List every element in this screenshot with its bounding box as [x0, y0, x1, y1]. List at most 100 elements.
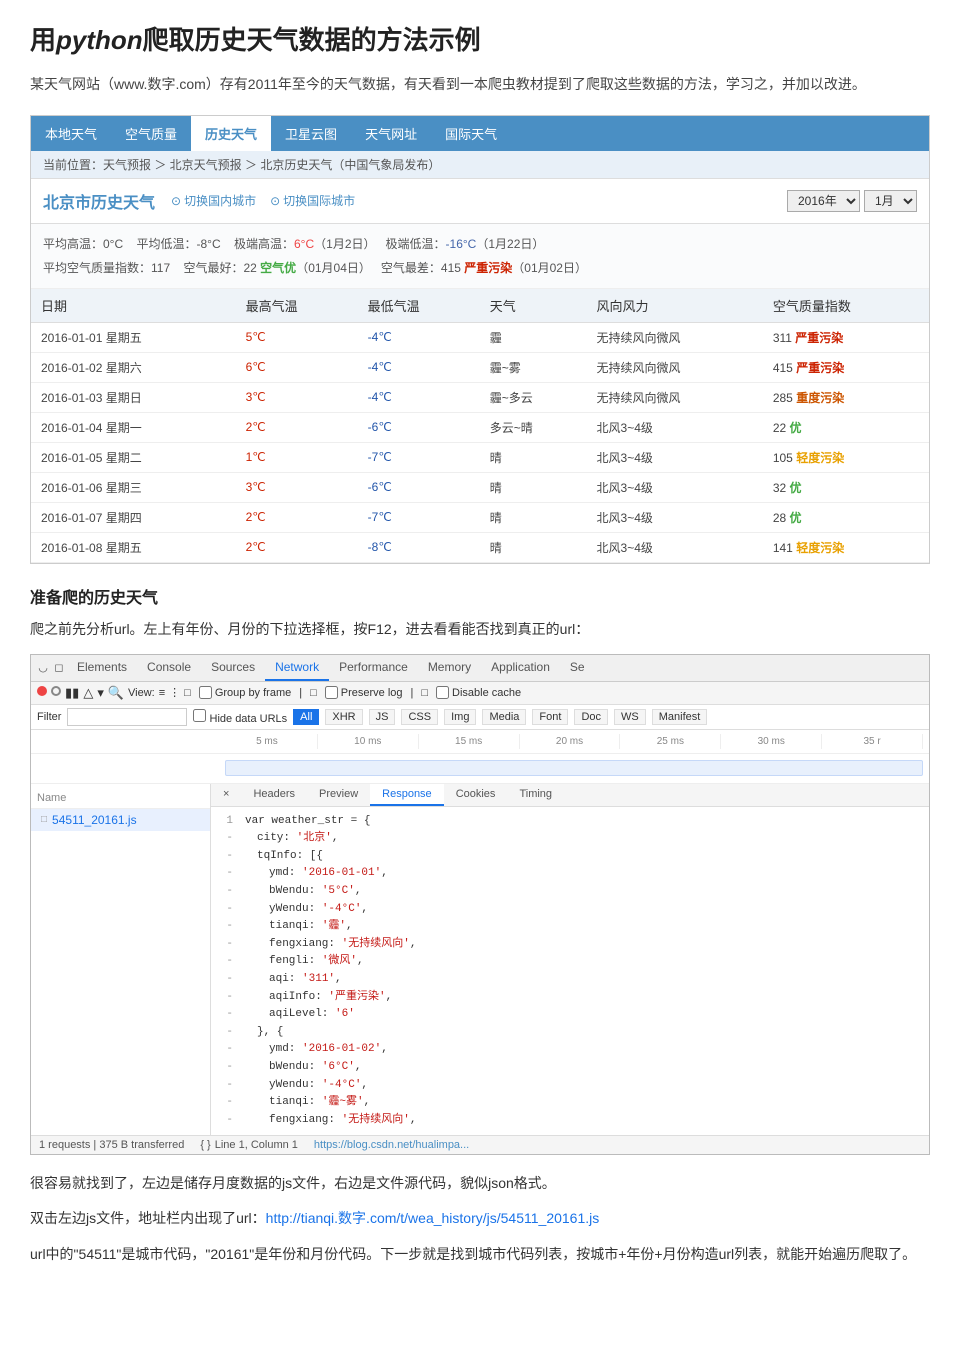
- disable-cache-label[interactable]: Disable cache: [436, 686, 521, 699]
- nav-item-history[interactable]: 历史天气: [191, 116, 271, 151]
- filter-js[interactable]: JS: [369, 709, 396, 725]
- nav-item-aqi[interactable]: 空气质量: [111, 116, 191, 151]
- line-content: yWendu: '-4°C',: [245, 1077, 368, 1095]
- code-line: -bWendu: '5°C',: [219, 883, 921, 901]
- year-select[interactable]: 2016年: [787, 190, 860, 212]
- disable-cache-checkbox[interactable]: [436, 686, 449, 699]
- col-name: Name: [37, 792, 66, 804]
- nav-item-satellite[interactable]: 卫星云图: [271, 116, 351, 151]
- cell-date: 2016-01-03 星期日: [31, 382, 236, 412]
- bottom-para3: url中的"54511"是城市代码，"20161"是年份和月份代码。下一步就是找…: [30, 1242, 930, 1267]
- status-requests: 1 requests | 375 B transferred: [39, 1139, 184, 1151]
- table-row: 2016-01-01 星期五5℃-4℃霾无持续风向微风311 严重污染: [31, 322, 929, 352]
- devtools-screenshot: ◡ ◻ Elements Console Sources Network Per…: [30, 654, 930, 1156]
- group-by-frame-label[interactable]: Group by frame: [199, 686, 291, 699]
- tab-memory[interactable]: Memory: [418, 655, 481, 681]
- line-content: aqiInfo: '严重污染',: [245, 989, 392, 1007]
- table-row: 2016-01-03 星期日3℃-4℃霾~多云无持续风向微风285 重度污染: [31, 382, 929, 412]
- detail-headers[interactable]: Headers: [241, 784, 307, 806]
- filter-manifest[interactable]: Manifest: [652, 709, 708, 725]
- month-select[interactable]: 1月: [864, 190, 917, 212]
- hide-data-urls-checkbox[interactable]: [193, 709, 206, 722]
- cell-wind: 北风3~4级: [587, 502, 763, 532]
- code-line: -fengxiang: '无持续风向',: [219, 936, 921, 954]
- preserve-log-checkbox[interactable]: [325, 686, 338, 699]
- bottom-para1: 很容易就找到了，左边是储存月度数据的js文件，右边是文件源代码，貌似json格式…: [30, 1171, 930, 1196]
- stop-icon[interactable]: ▮▮: [65, 685, 79, 701]
- devtools-device-icon[interactable]: ◻: [51, 660, 67, 676]
- code-line: -tqInfo: [{: [219, 848, 921, 866]
- line-content: ymd: '2016-01-01',: [245, 865, 388, 883]
- tab-security[interactable]: Se: [560, 655, 595, 681]
- clear-icon[interactable]: △: [83, 685, 93, 701]
- tab-network[interactable]: Network: [265, 655, 329, 681]
- filter-img[interactable]: Img: [444, 709, 476, 725]
- devtools-filter-row: Filter Hide data URLs All XHR JS CSS Img…: [31, 705, 929, 730]
- file-item-js[interactable]: □ 54511_20161.js: [31, 809, 210, 831]
- line-number: -: [219, 1112, 233, 1130]
- checkbox-area: □ Group by frame | □ Preserve log | □ Di…: [184, 686, 521, 699]
- stat-avg-high: 平均高温：0°C: [43, 237, 133, 251]
- url-link[interactable]: http://tianqi.数字.com/t/wea_history/js/54…: [266, 1210, 600, 1226]
- detail-preview[interactable]: Preview: [307, 784, 370, 806]
- status-url[interactable]: https://blog.csdn.net/hualimpa...: [314, 1139, 469, 1151]
- weather-table: 日期 最高气温 最低气温 天气 风向风力 空气质量指数 2016-01-01 星…: [31, 289, 929, 563]
- preserve-log-label[interactable]: Preserve log: [325, 686, 403, 699]
- stat-max-high: 极端高温：6°C（1月2日）: [234, 237, 382, 251]
- sep2: |: [411, 687, 414, 699]
- cell-date: 2016-01-01 星期五: [31, 322, 236, 352]
- nav-item-local[interactable]: 本地天气: [31, 116, 111, 151]
- view-group-icon[interactable]: ⋮: [169, 686, 180, 699]
- empty-checkbox2: □: [310, 687, 317, 699]
- filter-doc[interactable]: Doc: [574, 709, 608, 725]
- tab-sources[interactable]: Sources: [201, 655, 265, 681]
- tab-performance[interactable]: Performance: [329, 655, 418, 681]
- filter-font[interactable]: Font: [532, 709, 568, 725]
- detail-cookies[interactable]: Cookies: [444, 784, 508, 806]
- th-date: 日期: [31, 289, 236, 323]
- switch-international-btn[interactable]: 切换国际城市: [270, 192, 355, 209]
- devtools-content: Name □ 54511_20161.js × Headers Preview …: [31, 784, 929, 1136]
- status-line: { } Line 1, Column 1: [200, 1139, 298, 1151]
- search-icon[interactable]: 🔍: [108, 685, 124, 701]
- tab-elements[interactable]: Elements: [67, 655, 137, 681]
- nav-item-sites[interactable]: 天气网址: [351, 116, 431, 151]
- code-line: -tianqi: '霾~雾',: [219, 1094, 921, 1112]
- title-bold: python: [56, 25, 143, 55]
- view-list-icon[interactable]: ≡: [159, 687, 165, 699]
- group-by-frame-checkbox[interactable]: [199, 686, 212, 699]
- filter-input[interactable]: [67, 708, 187, 726]
- cell-low: -4℃: [358, 322, 480, 352]
- line-content: fengli: '微风',: [245, 953, 364, 971]
- line-number: -: [219, 830, 233, 848]
- detail-timing[interactable]: Timing: [507, 784, 564, 806]
- line-number: -: [219, 953, 233, 971]
- detail-response[interactable]: Response: [370, 784, 444, 806]
- tab-console[interactable]: Console: [137, 655, 201, 681]
- devtools-inspect-icon[interactable]: ◡: [35, 660, 51, 676]
- nav-item-international[interactable]: 国际天气: [431, 116, 511, 151]
- line-number: -: [219, 971, 233, 989]
- cell-wind: 无持续风向微风: [587, 382, 763, 412]
- mark-15ms: 15 ms: [419, 734, 520, 749]
- table-row: 2016-01-05 星期二1℃-7℃晴北风3~4级105 轻度污染: [31, 442, 929, 472]
- cell-weather: 霾: [480, 322, 587, 352]
- detail-close[interactable]: ×: [211, 784, 241, 806]
- line-content: yWendu: '-4°C',: [245, 901, 368, 919]
- weather-nav: 本地天气 空气质量 历史天气 卫星云图 天气网址 国际天气: [31, 116, 929, 151]
- cell-weather: 晴: [480, 442, 587, 472]
- filter-ws[interactable]: WS: [614, 709, 646, 725]
- stat-avg-low: 平均低温：-8°C: [137, 237, 231, 251]
- code-line: -}, {: [219, 1024, 921, 1042]
- filter-all[interactable]: All: [293, 709, 319, 725]
- filter-css[interactable]: CSS: [401, 709, 438, 725]
- cell-aqi: 22 优: [763, 412, 929, 442]
- cell-low: -8℃: [358, 532, 480, 562]
- tab-application[interactable]: Application: [481, 655, 560, 681]
- filter-media[interactable]: Media: [482, 709, 526, 725]
- filter-icon[interactable]: ▾: [97, 685, 104, 701]
- code-line: -fengxiang: '无持续风向',: [219, 1112, 921, 1130]
- switch-domestic-btn[interactable]: 切换国内城市: [171, 192, 256, 209]
- hide-data-urls-label[interactable]: Hide data URLs: [193, 709, 287, 725]
- filter-xhr[interactable]: XHR: [325, 709, 362, 725]
